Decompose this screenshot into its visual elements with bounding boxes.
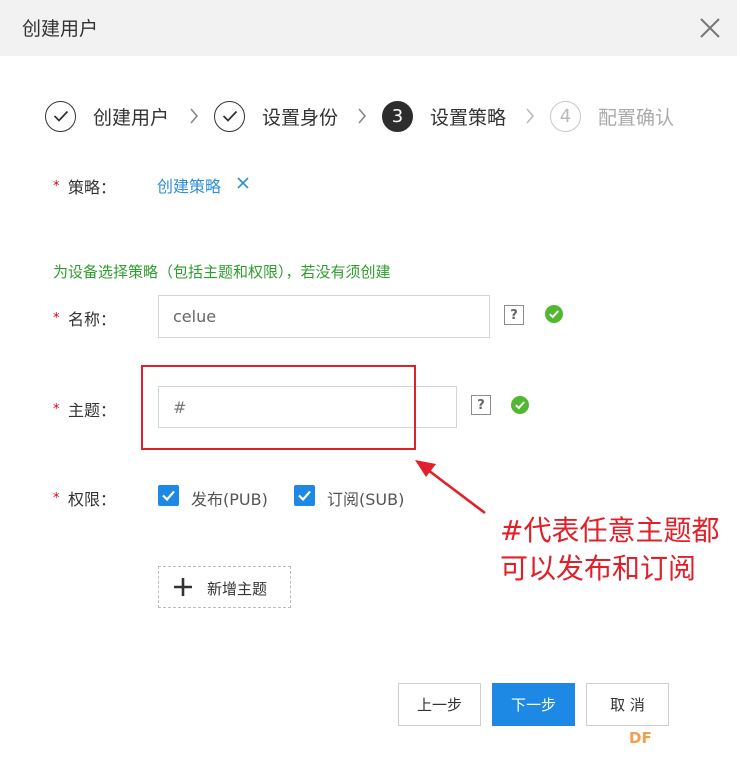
step-check-icon [45, 100, 76, 132]
permission-label: 权限： [68, 490, 117, 509]
help-icon[interactable]: ? [504, 305, 524, 325]
add-topic-label: 新增主题 [207, 580, 268, 598]
step-number: 3 [382, 100, 413, 132]
publish-checkbox-label: 发布(PUB) [191, 490, 268, 509]
next-button[interactable]: 下一步 [492, 683, 575, 726]
step-check-icon [214, 100, 245, 132]
help-icon[interactable]: ? [471, 395, 491, 415]
name-label: 名称： [68, 310, 117, 329]
policy-hint: 为设备选择策略（包括主题和权限），若没有须创建 [53, 263, 391, 281]
annotation-text: #代表任意主题都可以发布和订阅 [500, 514, 720, 585]
topic-label: 主题： [68, 401, 117, 420]
required-mark: * [53, 402, 60, 417]
step-label: 配置确认 [598, 106, 675, 129]
dialog-title: 创建用户 [22, 18, 99, 40]
subscribe-checkbox[interactable] [294, 485, 315, 506]
policy-name-input[interactable] [158, 295, 490, 338]
subscribe-checkbox-label: 订阅(SUB) [327, 490, 405, 509]
close-icon[interactable] [236, 176, 250, 190]
step-confirm: 4 配置确认 [550, 99, 674, 133]
close-icon[interactable] [698, 16, 722, 40]
step-number: 4 [550, 100, 581, 132]
chevron-right-icon [190, 108, 199, 124]
step-label: 创建用户 [93, 106, 170, 129]
annotation-arrow-icon [415, 460, 486, 515]
cancel-button[interactable]: 取 消 [586, 683, 669, 726]
required-mark: * [53, 179, 60, 194]
prev-button[interactable]: 上一步 [398, 683, 481, 726]
add-topic-button[interactable]: 新增主题 [158, 566, 291, 608]
step-set-policy: 3 设置策略 [382, 99, 506, 133]
step-set-identity: 设置身份 [214, 99, 338, 133]
required-mark: * [53, 311, 60, 326]
annotation-highlight-box [141, 365, 416, 450]
chevron-right-icon [358, 108, 367, 124]
create-policy-link[interactable]: 创建策略 [157, 173, 221, 197]
publish-checkbox[interactable] [158, 485, 179, 506]
check-circle-icon [545, 305, 563, 323]
watermark-logo: DF [629, 729, 652, 747]
dialog-header: 创建用户 [0, 0, 737, 56]
step-label: 设置身份 [262, 106, 339, 129]
plus-icon [174, 578, 192, 596]
step-create-user: 创建用户 [45, 99, 169, 133]
check-circle-icon [511, 396, 529, 414]
required-mark: * [53, 491, 60, 506]
step-label: 设置策略 [430, 106, 507, 129]
chevron-right-icon [526, 108, 535, 124]
policy-label: 策略： [68, 178, 117, 197]
